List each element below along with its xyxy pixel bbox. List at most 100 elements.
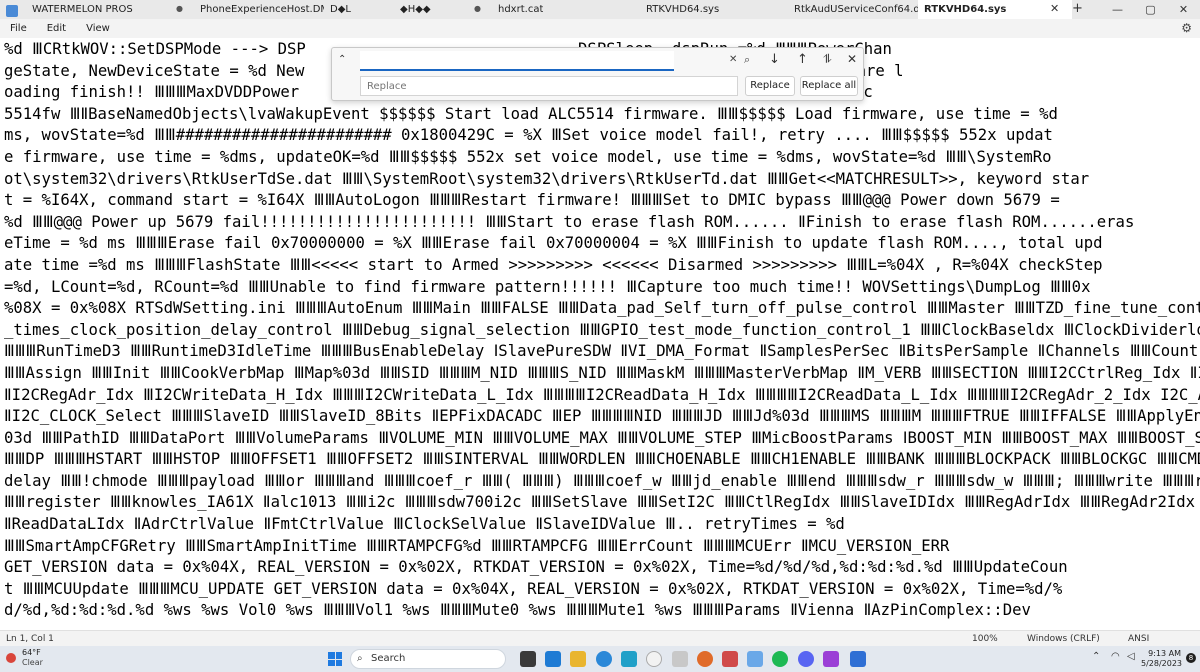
- app-icon[interactable]: [722, 651, 738, 667]
- weather-temperature: 64°F: [22, 648, 41, 657]
- tab-close-icon[interactable]: ✕: [1050, 2, 1059, 15]
- tab-label: hdxrt.cat: [498, 4, 544, 15]
- editor-line: ot\system32\drivers\RtkUserTdSe.dat ⅢⅢ\S…: [4, 169, 1090, 188]
- menu-file[interactable]: File: [0, 23, 37, 34]
- tab-label: RTKVHD64.sys: [646, 4, 720, 15]
- tab-label: PhoneExperienceHost.DMP: [200, 4, 324, 15]
- photos-icon[interactable]: [747, 651, 763, 667]
- title-bar: WATERMELON PROS ● PhoneExperienceHost.DM…: [0, 0, 1200, 19]
- editor-line: ⅢⅢDP ⅢⅢⅢHSTART ⅢⅢHSTOP ⅢⅢOFFSET1 ⅢⅢOFFSE…: [4, 450, 1200, 469]
- app-icon[interactable]: [672, 651, 688, 667]
- tab-watermelon-pros[interactable]: WATERMELON PROS: [26, 0, 176, 19]
- weather-alert-icon: [6, 653, 16, 663]
- editor-line: ⅢⅢSmartAmpCFGRetry ⅢⅢSmartAmpInitTime ⅢⅢ…: [4, 536, 950, 555]
- clear-find-icon[interactable]: ✕: [729, 54, 737, 65]
- line-endings[interactable]: Windows (CRLF): [1027, 634, 1100, 644]
- chrome-icon[interactable]: [646, 651, 662, 667]
- edge-icon[interactable]: [596, 651, 612, 667]
- start-windows-icon[interactable]: [328, 652, 342, 666]
- taskbar-clock[interactable]: 9:13 AM 5/28/2023: [1141, 649, 1183, 669]
- close-window-button[interactable]: ✕: [1167, 0, 1200, 19]
- close-find-icon[interactable]: ✕: [847, 52, 857, 66]
- editor-line: ate time =%d ms ⅢⅢⅢFlashState ⅢⅢ<<<<< st…: [4, 255, 1103, 274]
- editor-line: e firmware, use time = %dms, updateOK=%d…: [4, 147, 1052, 166]
- tab-rtkvhd64-sys[interactable]: RTKVHD64.sys: [622, 0, 770, 19]
- tab-phoneexperiencehost-dmp[interactable]: ● PhoneExperienceHost.DMP: [176, 0, 324, 19]
- clock-time: 9:13 AM: [1148, 649, 1181, 658]
- encoding[interactable]: ANSI: [1128, 634, 1149, 644]
- search-icon[interactable]: ⌕: [744, 53, 750, 67]
- editor-line: %d ⅢⅢ@@@ Power up 5679 fail!!!!!!!!!!!!!…: [4, 212, 1135, 231]
- find-input[interactable]: [360, 51, 674, 71]
- menu-view[interactable]: View: [76, 23, 120, 34]
- tab-modified-dot-icon: ●: [474, 4, 481, 13]
- find-previous-arrow-icon[interactable]: ↑: [797, 52, 808, 67]
- new-tab-button[interactable]: +: [1072, 1, 1083, 16]
- editor-line: ⅡI2C_CLOCK_Select ⅢⅢⅢSlaveID ⅢⅢSlaveID_8…: [4, 407, 1200, 426]
- editor-line: ms, wovState=%d ⅢⅢ######################…: [4, 126, 1053, 145]
- settings-gear-icon[interactable]: ⚙: [1181, 21, 1192, 35]
- editor-line: delay ⅢⅢ!chmode ⅢⅢⅢpayload ⅢⅢor ⅢⅢⅢand Ⅲ…: [4, 471, 1200, 490]
- editor-text-area[interactable]: %d ⅢCRtkWOV::SetDSPMode ---> DSP DSPSlee…: [0, 38, 1200, 630]
- tab-label: RTKVHD64.sys: [924, 4, 1007, 15]
- editor-line: 5514fw ⅢⅡBaseNamedObjects\lvaWakupEvent …: [4, 104, 1058, 123]
- speaker-icon[interactable]: ◁: [1127, 651, 1135, 662]
- wifi-icon[interactable]: ◠: [1111, 651, 1120, 662]
- tab-label: WATERMELON PROS: [32, 4, 133, 15]
- teams-icon[interactable]: [545, 651, 561, 667]
- editor-line: %08X = 0x%08X RTSdWSetting.ini ⅢⅢⅢAutoEn…: [4, 299, 1200, 318]
- replace-button[interactable]: Replace: [745, 76, 795, 96]
- toggle-replace-chevron-icon[interactable]: ⌃: [338, 54, 346, 65]
- notepad-app-icon: [6, 4, 18, 17]
- tab-dol[interactable]: D◆L: [324, 0, 394, 19]
- zoom-level[interactable]: 100%: [972, 634, 998, 644]
- app-icon[interactable]: [823, 651, 839, 667]
- maximize-button[interactable]: ▢: [1134, 0, 1167, 19]
- window-controls: — ▢ ✕: [1101, 0, 1200, 19]
- replace-input[interactable]: [360, 76, 738, 96]
- clock-date: 5/28/2023: [1141, 659, 1183, 668]
- show-hidden-icons-chevron-icon[interactable]: ⌃: [1092, 651, 1100, 662]
- discord-icon[interactable]: [798, 651, 814, 667]
- editor-line: =%d, LCount=%d, RCount=%d ⅢⅢUnable to fi…: [4, 277, 1091, 296]
- weather-widget[interactable]: 64°F Clear: [6, 648, 43, 668]
- spotify-icon[interactable]: [772, 651, 788, 667]
- tab-rtkaudusrviceconf64-dll[interactable]: RtkAudUServiceConf64.dll: [770, 0, 918, 19]
- editor-line: d/%d,%d:%d:%d.%d %ws %ws Vol0 %ws ⅢⅢⅢVol…: [4, 601, 1031, 620]
- taskbar-search-box[interactable]: ⌕ Search: [350, 649, 506, 669]
- editor-line: t = %I64X, command start = %I64X ⅢⅢAutoL…: [4, 191, 1060, 210]
- file-explorer-icon[interactable]: [570, 651, 586, 667]
- editor-line: ⅢⅢAssign ⅢⅢInit ⅢⅢCookVerbMap ⅢMap%03d Ⅲ…: [4, 363, 1200, 382]
- tab-rtkvhd64-sys-active[interactable]: RTKVHD64.sys ✕: [918, 0, 1072, 19]
- notification-badge[interactable]: 8: [1186, 653, 1196, 663]
- tab-label: RtkAudUServiceConf64.dll: [794, 4, 918, 15]
- menu-edit[interactable]: Edit: [37, 23, 76, 34]
- tab-label: D◆L: [330, 4, 351, 15]
- find-replace-panel: ⌃ ✕ ⌕ ↓ ↑ ⥮ ✕ Replace Replace all: [331, 47, 864, 101]
- tab-hdxrt-cat[interactable]: ● hdxrt.cat: [474, 0, 622, 19]
- taskbar: 64°F Clear ⌕ Search ⌃ ◠ ◁ 9:13 AM 5/28/2…: [0, 646, 1200, 672]
- editor-line: GET_VERSION data = 0x%04X, REAL_VERSION …: [4, 558, 1068, 577]
- replace-all-button[interactable]: Replace all: [800, 76, 858, 96]
- editor-line: eTime = %d ms ⅢⅢⅢErase fail 0x70000000 =…: [4, 234, 1103, 253]
- menu-bar: File Edit View: [0, 19, 1200, 38]
- tab-hoo[interactable]: ◆H◆◆: [394, 0, 474, 19]
- task-view-icon[interactable]: [520, 651, 536, 667]
- editor-line: 03d ⅢⅢPathID ⅢⅢDataPort ⅢⅢVolumeParams Ⅲ…: [4, 428, 1200, 447]
- find-next-arrow-icon[interactable]: ↓: [769, 52, 780, 67]
- editor-line: _times_clock_position_delay_control ⅢⅢDe…: [4, 320, 1200, 339]
- minimize-button[interactable]: —: [1101, 0, 1134, 19]
- cursor-position: Ln 1, Col 1: [6, 634, 54, 644]
- app-icon[interactable]: [697, 651, 713, 667]
- editor-content: %d ⅢCRtkWOV::SetDSPMode ---> DSP DSPSlee…: [0, 38, 1200, 622]
- editor-line: ⅡI2CRegAdr_Idx ⅢI2CWriteData_H_Idx ⅢⅢⅢI2…: [4, 385, 1200, 404]
- editor-line: ⅢⅢⅢRunTimeD3 ⅢⅢRuntimeD3IdleTime ⅢⅢⅢBusE…: [4, 342, 1199, 361]
- store-icon[interactable]: [621, 651, 637, 667]
- search-label: Search: [371, 653, 406, 664]
- editor-line: ⅢⅢregister ⅢⅢknowles_IA61X Ⅱalc1013 ⅢⅢi2…: [4, 493, 1196, 512]
- tab-label: ◆H◆◆: [400, 4, 431, 15]
- find-options-icon[interactable]: ⥮: [823, 52, 832, 67]
- notepad-taskbar-icon[interactable]: [850, 651, 866, 667]
- weather-description: Clear: [22, 658, 43, 667]
- editor-line: t ⅢⅢMCUUpdate ⅢⅢⅢMCU_UPDATE GET_VERSION …: [4, 579, 1063, 598]
